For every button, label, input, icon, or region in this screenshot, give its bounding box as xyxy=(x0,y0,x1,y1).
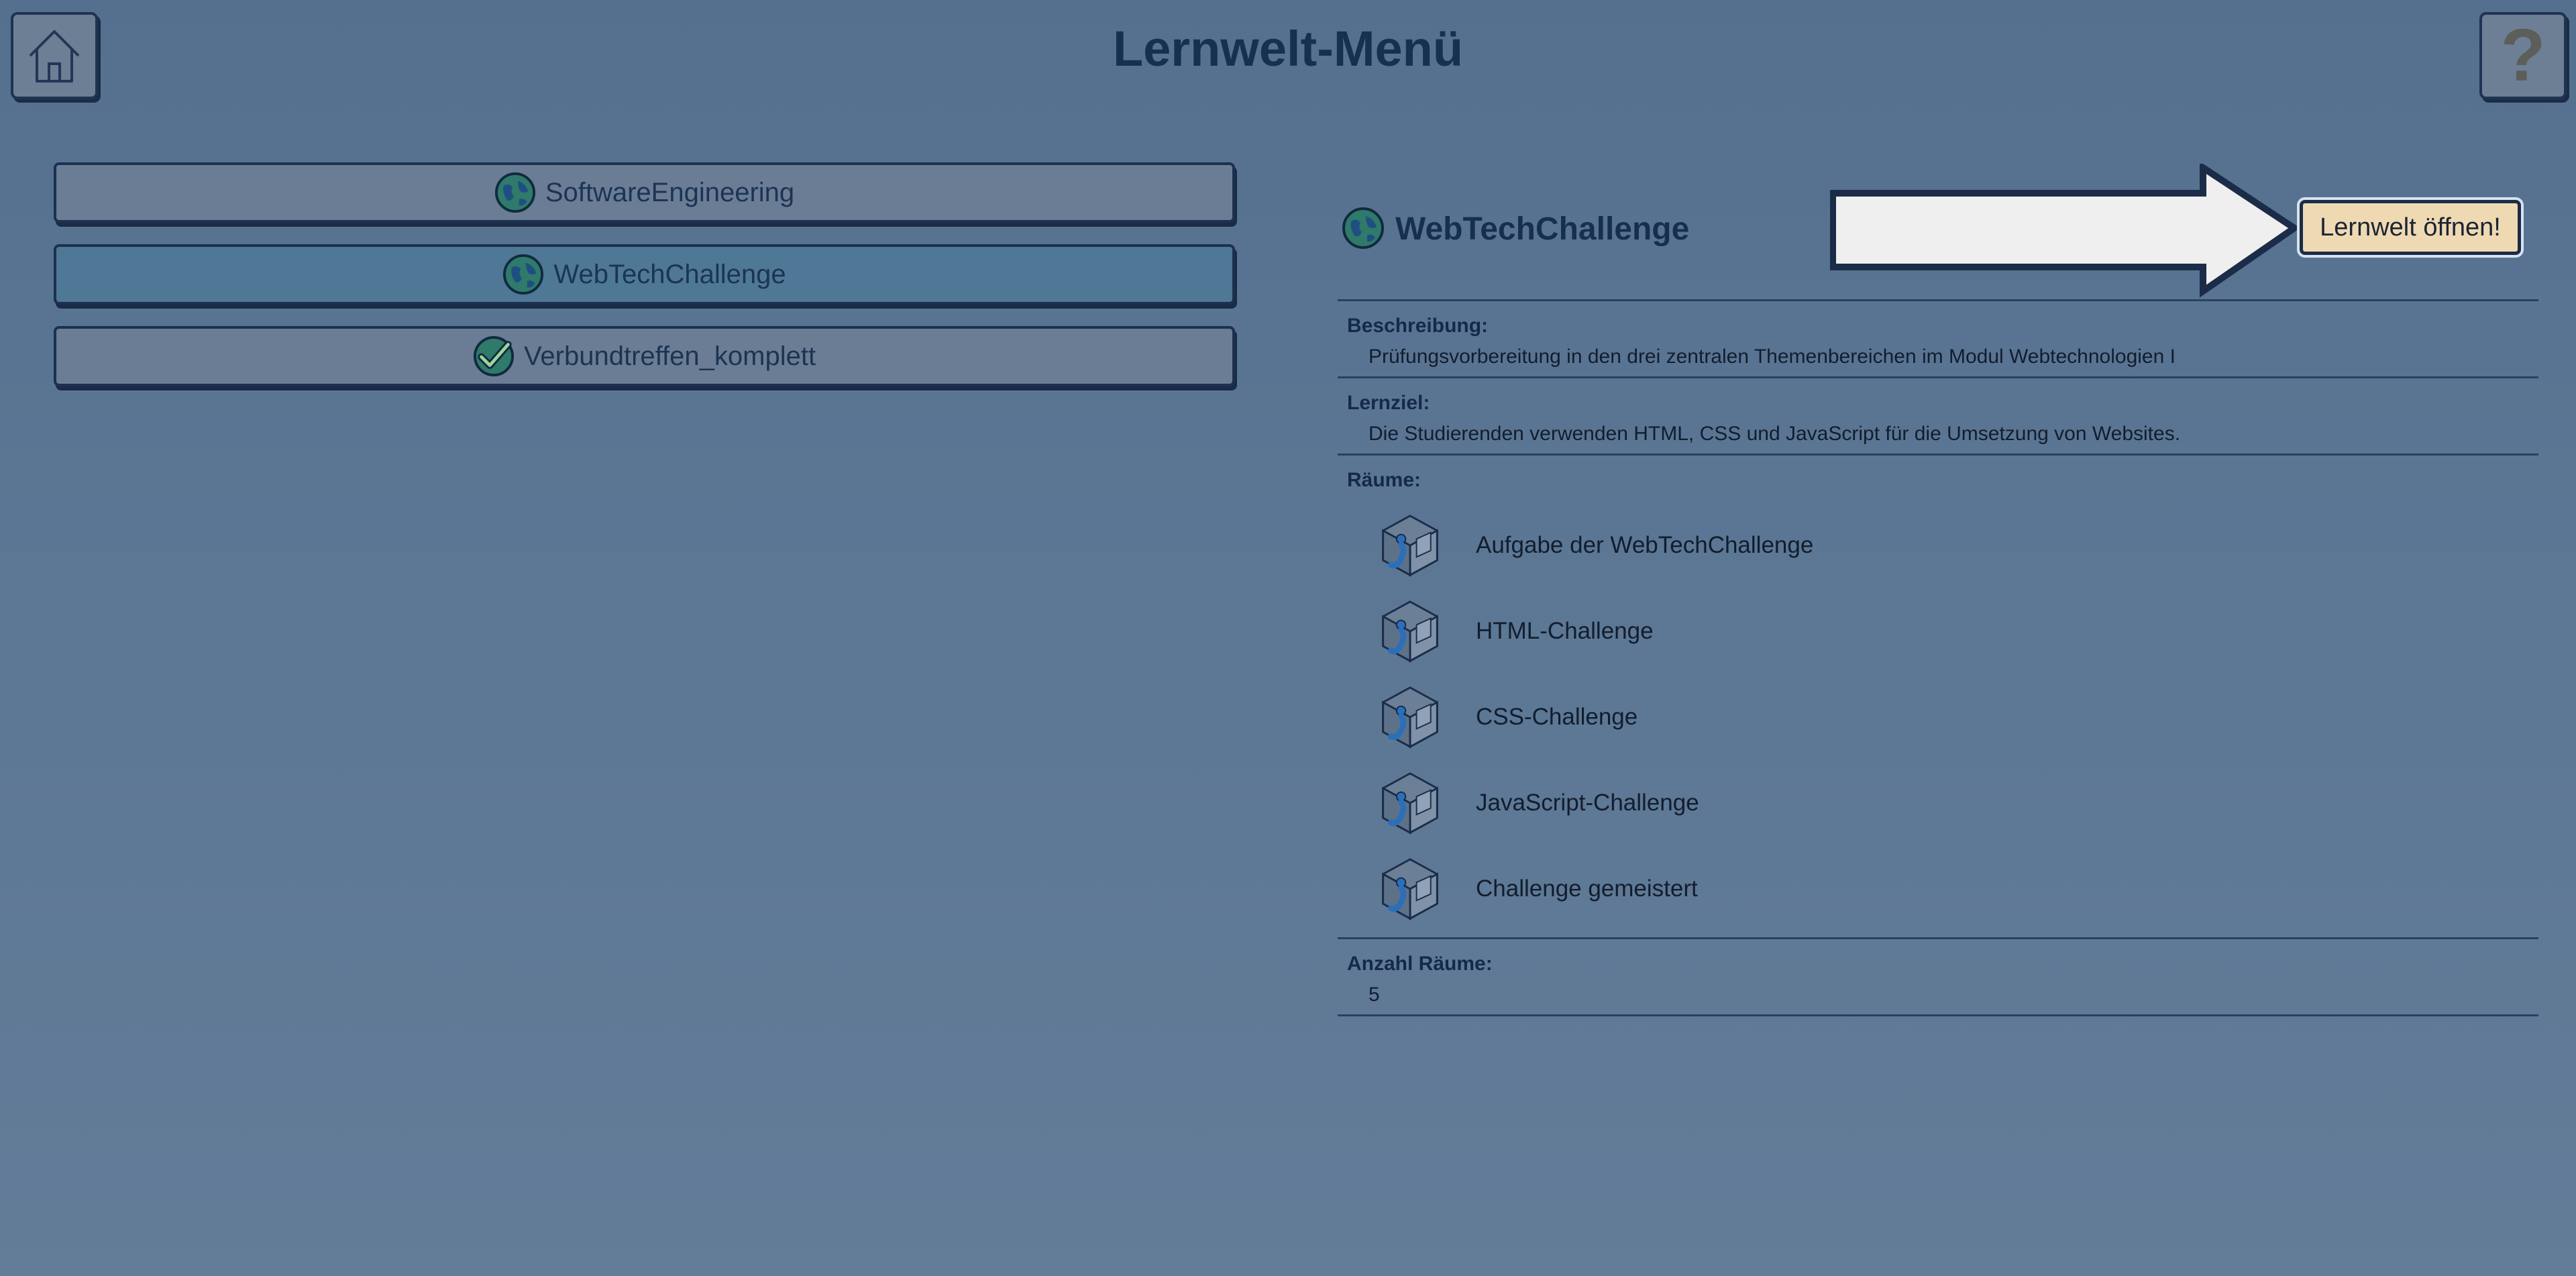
world-item-label: WebTechChallenge xyxy=(553,259,786,289)
help-button[interactable]: ? xyxy=(2479,12,2567,99)
room-item: Challenge gemeistert xyxy=(1338,846,2538,932)
world-detail-panel: WebTechChallenge Lernwelt öffnen! Beschr… xyxy=(1338,161,2538,1016)
detail-header: WebTechChallenge Lernwelt öffnen! xyxy=(1338,161,2538,299)
room-item: Aufgabe der WebTechChallenge xyxy=(1338,502,2538,588)
globe-icon xyxy=(1342,207,1384,249)
page-title: Lernwelt-Menü xyxy=(1112,21,1464,76)
rooms-label: Räume: xyxy=(1347,469,1421,491)
room-cube-icon xyxy=(1382,772,1438,835)
goal-text: Die Studierenden verwenden HTML, CSS und… xyxy=(1368,423,2181,445)
world-item-verbundtreffen-komplett[interactable]: Verbundtreffen_komplett xyxy=(54,326,1235,386)
globe-icon xyxy=(503,254,544,295)
room-list: Aufgabe der WebTechChallenge HTML-Challe… xyxy=(1338,492,2538,937)
description-text: Prüfungsvorbereitung in den drei zentral… xyxy=(1368,345,2176,368)
room-name: CSS-Challenge xyxy=(1476,704,1638,730)
room-cube-icon xyxy=(1382,600,1438,663)
room-name: JavaScript-Challenge xyxy=(1476,790,1699,816)
world-item-label: Verbundtreffen_komplett xyxy=(523,341,816,371)
learning-world-menu: Lernwelt-Menü ? SoftwareEngineering WebT… xyxy=(0,0,2576,1276)
divider xyxy=(1338,1014,2538,1016)
description-label: Beschreibung: xyxy=(1347,315,1489,337)
room-cube-icon xyxy=(1382,515,1438,577)
world-item-webtechchallenge[interactable]: WebTechChallenge xyxy=(54,244,1235,305)
room-item: HTML-Challenge xyxy=(1338,588,2538,674)
room-count-label: Anzahl Räume: xyxy=(1347,953,1493,975)
globe-icon xyxy=(494,172,535,213)
check-icon xyxy=(473,335,514,377)
open-learning-world-button[interactable]: Lernwelt öffnen! xyxy=(2300,200,2521,255)
room-cube-icon xyxy=(1382,858,1438,920)
question-mark-icon: ? xyxy=(2500,14,2546,97)
world-item-label: SoftwareEngineering xyxy=(545,177,795,207)
room-name: Aufgabe der WebTechChallenge xyxy=(1476,532,1814,558)
room-name: HTML-Challenge xyxy=(1476,618,1654,644)
goal-label: Lernziel: xyxy=(1347,392,1430,414)
room-cube-icon xyxy=(1382,686,1438,749)
world-item-softwareengineering[interactable]: SoftwareEngineering xyxy=(54,162,1235,223)
detail-title: WebTechChallenge xyxy=(1395,211,1690,247)
arrow-pointer-icon xyxy=(1830,164,2300,298)
room-name: Challenge gemeistert xyxy=(1476,875,1698,902)
room-item: JavaScript-Challenge xyxy=(1338,760,2538,846)
room-item: CSS-Challenge xyxy=(1338,674,2538,760)
room-count-value: 5 xyxy=(1368,983,1380,1006)
